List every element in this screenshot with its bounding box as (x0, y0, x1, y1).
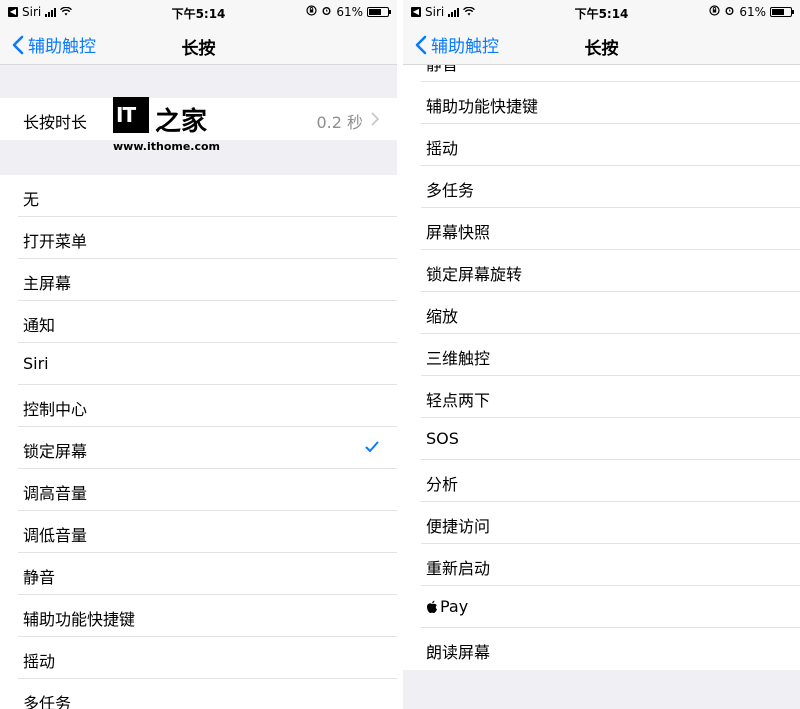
list-item[interactable]: 分析 (403, 460, 800, 502)
list-item-label: 朗读屏幕 (426, 643, 491, 662)
list-item[interactable]: Siri (0, 343, 397, 385)
list-item-label: 便捷访问 (426, 517, 491, 536)
list-item[interactable]: 轻点两下 (403, 376, 800, 418)
list-item[interactable]: 摇动 (403, 124, 800, 166)
list-item-label: 辅助功能快捷键 (23, 610, 136, 629)
list-item[interactable]: 静音 (0, 553, 397, 595)
list-item-label: 分析 (426, 475, 459, 494)
watermark-characters: 之家 (155, 107, 208, 137)
list-item[interactable]: 调低音量 (0, 511, 397, 553)
list-item-label: 调低音量 (23, 526, 88, 545)
list-item-label: Siri (23, 354, 49, 373)
battery-icon (770, 7, 794, 17)
list-item-label: 调高音量 (23, 484, 88, 503)
list-item-label: 重新启动 (426, 559, 491, 578)
list-item-label: 多任务 (426, 181, 475, 200)
orientation-lock-icon (306, 5, 317, 19)
alarm-icon (321, 5, 332, 19)
watermark-logo: IT (113, 97, 149, 133)
checkmark-icon (365, 441, 379, 452)
list-item[interactable]: 调高音量 (0, 469, 397, 511)
list-item-label: 三维触控 (426, 349, 491, 368)
apple-logo-icon (427, 600, 437, 613)
action-list: 静音辅助功能快捷键摇动多任务屏幕快照锁定屏幕旋转缩放三维触控轻点两下SOS分析便… (403, 40, 800, 670)
list-item[interactable]: 锁定屏幕 (0, 427, 397, 469)
status-bar: ◀ Siri 下午5:14 61% (0, 0, 397, 24)
watermark: IT 之家 www.ithome.com (113, 97, 220, 157)
list-item[interactable]: 多任务 (403, 166, 800, 208)
navigation-bar: 辅助触控 长按 (403, 24, 800, 65)
navigation-bar: 辅助触控 长按 (0, 24, 397, 65)
press-duration-label: 长按时长 (23, 113, 88, 132)
list-item-label: Pay (426, 597, 468, 616)
list-item[interactable]: 无 (0, 175, 397, 217)
list-item[interactable]: 多任务 (0, 679, 397, 709)
list-item-label: 锁定屏幕旋转 (426, 265, 523, 284)
list-item-label: 多任务 (23, 694, 72, 709)
page-title: 长按 (584, 39, 619, 59)
status-right: 61% (709, 5, 794, 19)
list-item-label: 摇动 (23, 652, 56, 671)
list-item-label: 缩放 (426, 307, 459, 326)
orientation-lock-icon (709, 5, 720, 19)
list-item-label: 辅助功能快捷键 (426, 97, 539, 116)
list-item-label: 摇动 (426, 139, 459, 158)
list-item-label: 轻点两下 (426, 391, 491, 410)
press-duration-value: 0.2 秒 (316, 113, 363, 132)
status-right: 61% (306, 5, 391, 19)
list-item[interactable]: 三维触控 (403, 334, 800, 376)
watermark-url: www.ithome.com (113, 140, 221, 153)
battery-percent: 61% (336, 5, 363, 19)
list-item[interactable]: 重新启动 (403, 544, 800, 586)
list-item[interactable]: 朗读屏幕 (403, 628, 800, 670)
list-item-label: SOS (426, 429, 459, 448)
list-item-label: 主屏幕 (23, 274, 72, 293)
list-item[interactable]: 辅助功能快捷键 (403, 82, 800, 124)
list-item[interactable]: Pay (403, 586, 800, 628)
list-item[interactable]: 通知 (0, 301, 397, 343)
status-bar: ◀ Siri 下午5:14 61% (403, 0, 800, 24)
list-item[interactable]: 辅助功能快捷键 (0, 595, 397, 637)
list-item[interactable]: 控制中心 (0, 385, 397, 427)
page-title: 长按 (181, 39, 216, 59)
list-item[interactable]: 便捷访问 (403, 502, 800, 544)
list-item-label: 静音 (23, 568, 56, 587)
list-item-label: 无 (23, 190, 40, 209)
list-item[interactable]: 缩放 (403, 292, 800, 334)
action-list: 无打开菜单主屏幕通知 Siri 控制中心锁定屏幕调高音量调低音量静音辅助功能快捷键摇… (0, 175, 397, 709)
list-item[interactable]: SOS (403, 418, 800, 460)
list-item-label: 锁定屏幕 (23, 442, 88, 461)
right-screen: 静音辅助功能快捷键摇动多任务屏幕快照锁定屏幕旋转缩放三维触控轻点两下SOS分析便… (403, 0, 800, 709)
list-item-label: 通知 (23, 316, 56, 335)
list-item[interactable]: 锁定屏幕旋转 (403, 250, 800, 292)
alarm-icon (724, 5, 735, 19)
list-item-label: 控制中心 (23, 400, 88, 419)
list-item-label: 屏幕快照 (426, 223, 491, 242)
list-item-label: 打开菜单 (23, 232, 88, 251)
battery-percent: 61% (739, 5, 766, 19)
left-screen: ◀ Siri 下午5:14 61% 辅助触控 长按 长按时长 0.2 秒 IT … (0, 0, 397, 709)
list-item[interactable]: 主屏幕 (0, 259, 397, 301)
list-item[interactable]: 摇动 (0, 637, 397, 679)
battery-icon (367, 7, 391, 17)
list-item[interactable]: 屏幕快照 (403, 208, 800, 250)
chevron-right-icon (371, 112, 379, 126)
list-item[interactable]: 打开菜单 (0, 217, 397, 259)
